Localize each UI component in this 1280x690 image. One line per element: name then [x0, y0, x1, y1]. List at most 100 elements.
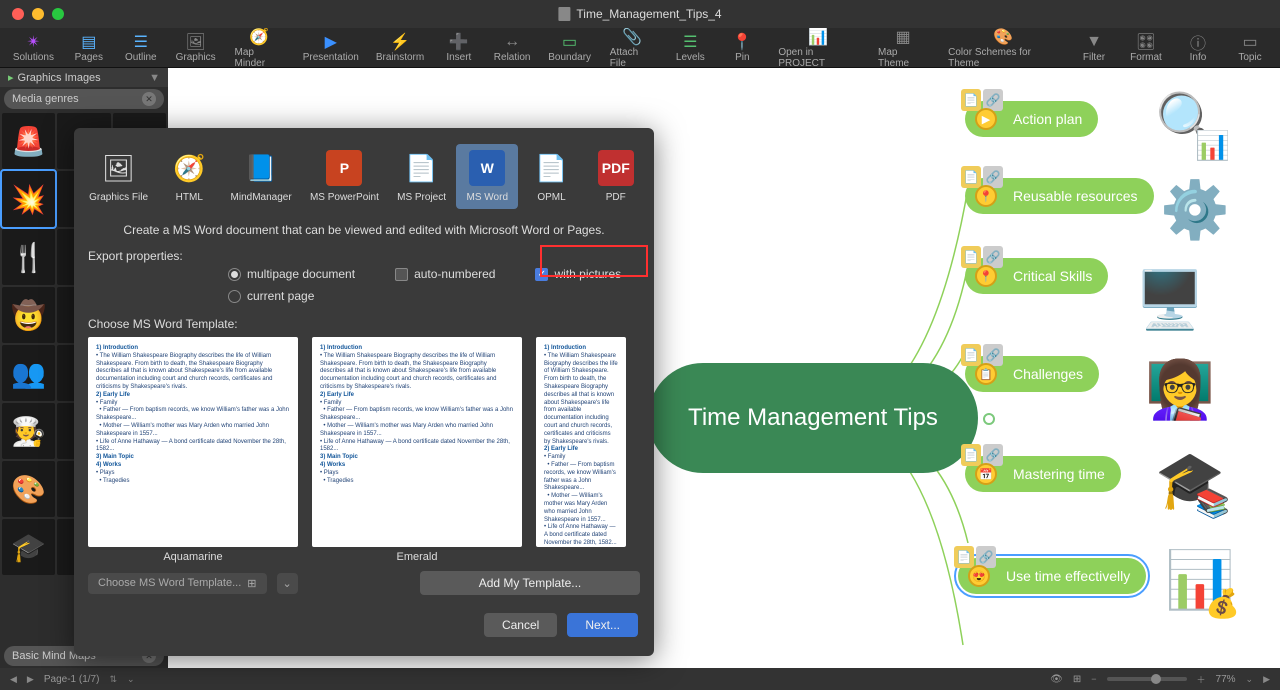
graphics-cell[interactable]: 🧑‍🍳: [2, 403, 55, 459]
document-icon: [558, 7, 570, 21]
format-html[interactable]: 🧭HTML: [158, 144, 220, 209]
titlebar: Time_Management_Tips_4: [0, 0, 1280, 28]
toolbar-pin[interactable]: 📍Pin: [718, 30, 766, 65]
notes-icon[interactable]: 📄: [961, 246, 981, 268]
topic-critical-skills[interactable]: 📄🔗📍Critical Skills: [965, 258, 1108, 294]
zoom-value: 77%: [1216, 674, 1236, 685]
next-button[interactable]: Next...: [567, 613, 638, 637]
topic-use-time-effectivelly[interactable]: 📄🔗😍Use time effectivelly: [958, 558, 1146, 594]
notes-icon[interactable]: 📄: [961, 89, 981, 111]
window-minimize[interactable]: [32, 8, 44, 20]
format-pdf[interactable]: PDFPDF: [585, 144, 647, 209]
toolbar-format[interactable]: 🎛Format: [1122, 30, 1170, 65]
template-row: 1) Introduction• The William Shakespeare…: [74, 337, 654, 563]
decorative-icon: 👩‍🏫: [1140, 350, 1220, 430]
format-graphics-file[interactable]: 🖼Graphics File: [81, 144, 156, 209]
sidebar-tab-media[interactable]: Media genres✕: [4, 89, 164, 109]
window-close[interactable]: [12, 8, 24, 20]
format-opml[interactable]: 📄OPML: [521, 144, 583, 209]
toolbar-outline[interactable]: ☰Outline: [117, 30, 165, 65]
chevron-right-icon[interactable]: ▶: [27, 674, 34, 685]
format-ms-project[interactable]: 📄MS Project: [389, 144, 454, 209]
export-dialog: 🖼Graphics File🧭HTML📘MindManagerPMS Power…: [74, 128, 654, 656]
topic-bullet-icon: 📍: [975, 185, 997, 207]
chevron-left-icon[interactable]: ◀: [10, 674, 17, 685]
connector-hub[interactable]: [983, 413, 995, 425]
zoom-slider[interactable]: [1107, 677, 1187, 681]
notes-icon[interactable]: 📄: [961, 444, 981, 466]
check-autonumbered[interactable]: auto-numbered: [395, 267, 495, 281]
topic-action-plan[interactable]: 📄🔗▶Action plan: [965, 101, 1098, 137]
toolbar-open-in-project[interactable]: 📊Open in PROJECT: [770, 25, 866, 71]
topic-bullet-icon: 😍: [968, 565, 990, 587]
template-label: Choose MS Word Template:: [74, 307, 654, 337]
view-icon[interactable]: 👁: [1050, 674, 1063, 685]
chevron-right-icon[interactable]: ▶: [1263, 674, 1270, 685]
topic-challenges[interactable]: 📄🔗📋Challenges: [965, 356, 1099, 392]
topic-bullet-icon: 📍: [975, 265, 997, 287]
radio-current-page[interactable]: current page: [228, 289, 314, 303]
grid-icon[interactable]: ⊞: [1073, 674, 1081, 685]
toolbar-presentation[interactable]: ▶Presentation: [296, 30, 365, 65]
toolbar-color-schemes-for-theme[interactable]: 🎨Color Schemes for Theme: [940, 25, 1066, 71]
add-template-button[interactable]: Add My Template...: [420, 571, 640, 595]
toolbar-topic[interactable]: ▭Topic: [1226, 30, 1274, 65]
page-stepper[interactable]: ⇅: [109, 674, 117, 685]
toolbar-map-minder[interactable]: 🧭Map Minder: [227, 25, 293, 71]
sidebar-tab-graphics[interactable]: ▸Graphics Images▼: [0, 68, 168, 87]
decorative-icon: 🖥️: [1130, 260, 1210, 340]
cancel-button[interactable]: Cancel: [484, 613, 557, 637]
format-ms-word[interactable]: WMS Word: [456, 144, 518, 209]
decorative-icon: 🎓📚: [1150, 440, 1230, 520]
toolbar-info[interactable]: ⓘInfo: [1174, 30, 1222, 65]
template-Emerald[interactable]: 1) Introduction• The William Shakespeare…: [312, 337, 522, 563]
zoom-menu[interactable]: ⌄: [1246, 674, 1254, 685]
topic-reusable-resources[interactable]: 📄🔗📍Reusable resources: [965, 178, 1154, 214]
template-preview[interactable]: 1) Introduction• The William Shakespeare…: [536, 337, 626, 563]
toolbar-attach-file[interactable]: 📎Attach File: [602, 25, 663, 71]
topic-mastering-time[interactable]: 📄🔗📅Mastering time: [965, 456, 1121, 492]
toolbar-filter[interactable]: ▼Filter: [1070, 30, 1118, 65]
main-toolbar: ✴Solutions▤Pages☰Outline🖼Graphics🧭Map Mi…: [0, 28, 1280, 68]
graphics-cell[interactable]: 🎓: [2, 519, 55, 575]
format-mindmanager[interactable]: 📘MindManager: [223, 144, 300, 209]
graphics-cell[interactable]: 👥: [2, 345, 55, 401]
notes-icon[interactable]: 📄: [954, 546, 974, 568]
graphics-cell[interactable]: 🍴: [2, 229, 55, 285]
zoom-out[interactable]: −: [1091, 674, 1096, 684]
close-icon[interactable]: ✕: [142, 92, 156, 106]
graphics-cell[interactable]: 🚨: [2, 113, 55, 169]
notes-icon[interactable]: 📄: [961, 344, 981, 366]
template-Aquamarine[interactable]: 1) Introduction• The William Shakespeare…: [88, 337, 298, 563]
toolbar-boundary[interactable]: ▭Boundary: [541, 30, 597, 65]
topic-bullet-icon: ▶: [975, 108, 997, 130]
page-menu[interactable]: ⌄: [127, 674, 135, 685]
toolbar-insert[interactable]: ➕Insert: [435, 30, 483, 65]
central-topic[interactable]: Time Management Tips: [648, 363, 978, 473]
decorative-icon: ⚙️: [1155, 170, 1235, 250]
notes-icon[interactable]: 📄: [961, 166, 981, 188]
toolbar-map-theme[interactable]: ▦Map Theme: [870, 25, 936, 71]
window-zoom[interactable]: [52, 8, 64, 20]
radio-multipage[interactable]: multipage document: [228, 267, 355, 281]
template-combo[interactable]: Choose MS Word Template...⊞: [88, 573, 267, 594]
toolbar-pages[interactable]: ▤Pages: [65, 30, 113, 65]
topic-bullet-icon: 📋: [975, 363, 997, 385]
graphics-cell[interactable]: 🤠: [2, 287, 55, 343]
topic-bullet-icon: 📅: [975, 463, 997, 485]
toolbar-brainstorm[interactable]: ⚡Brainstorm: [369, 30, 431, 65]
graphics-cell[interactable]: 💥: [2, 171, 55, 227]
format-ms-powerpoint[interactable]: PMS PowerPoint: [302, 144, 387, 209]
graphics-cell[interactable]: 🎨: [2, 461, 55, 517]
toolbar-relation[interactable]: ↔Relation: [487, 30, 538, 65]
page-indicator: Page-1 (1/7): [44, 674, 100, 685]
toolbar-levels[interactable]: ☰Levels: [666, 30, 714, 65]
toolbar-graphics[interactable]: 🖼Graphics: [169, 30, 223, 65]
toolbar-solutions[interactable]: ✴Solutions: [6, 30, 61, 65]
highlight-annotation: [540, 245, 648, 277]
statusbar: ◀ ▶ Page-1 (1/7) ⇅ ⌄ 👁 ⊞ − ＋ 77% ⌄ ▶: [0, 668, 1280, 690]
template-combo-chevron[interactable]: ⌄: [277, 573, 298, 594]
decorative-icon: 🔍📊: [1150, 82, 1230, 162]
window-title: Time_Management_Tips_4: [576, 7, 721, 21]
zoom-in[interactable]: ＋: [1197, 673, 1206, 686]
